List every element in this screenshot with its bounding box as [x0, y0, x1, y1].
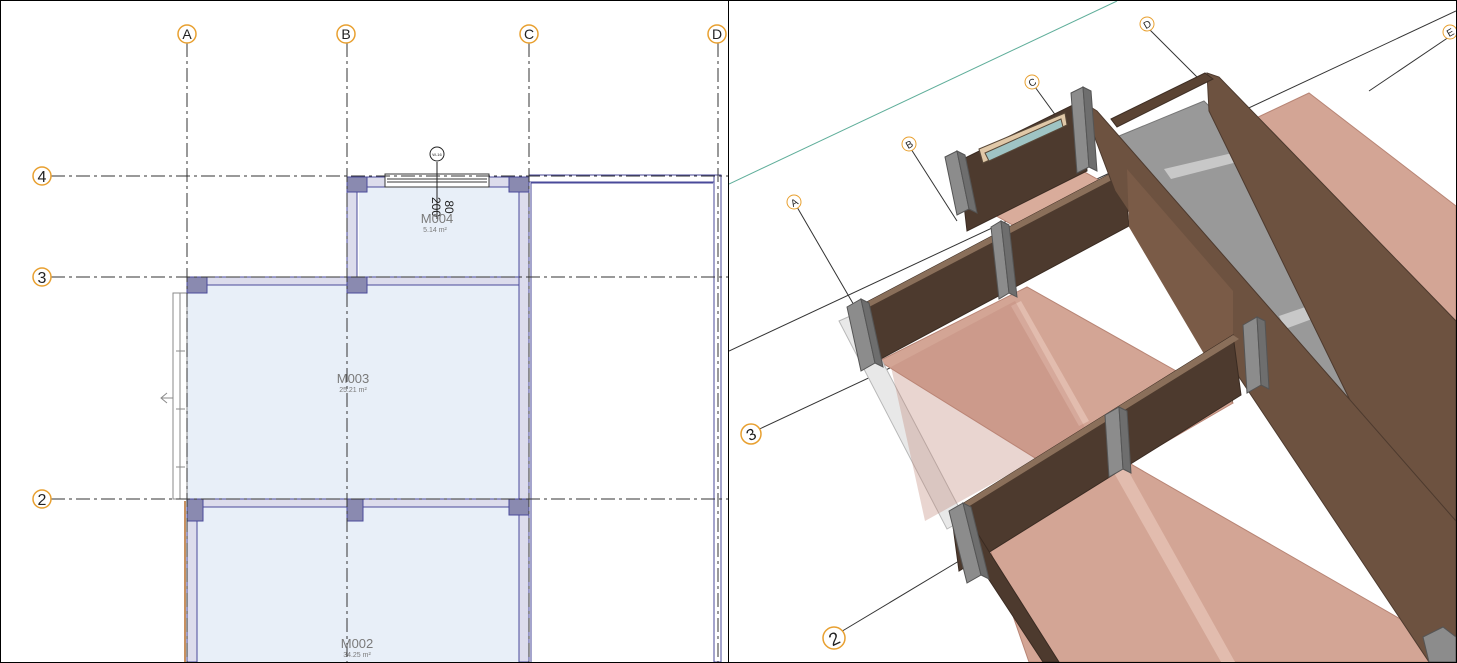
room-m003-area: 25.21 m² [339, 387, 367, 394]
wall-b-43[interactable] [346, 186, 358, 286]
3d-grid-line-row-2 [838, 560, 960, 634]
column-c2[interactable] [508, 498, 530, 516]
column-a2[interactable] [186, 498, 204, 522]
wall-c[interactable] [518, 176, 530, 662]
column-c4[interactable] [508, 176, 530, 193]
window-tag-label: W-16 [432, 152, 442, 157]
curtain-wall-a[interactable] [160, 292, 188, 500]
room-m002-name[interactable]: M002 [341, 636, 374, 651]
column-b4[interactable] [346, 176, 368, 193]
column-b2[interactable] [346, 498, 364, 522]
grid-label-4: 4 [38, 169, 47, 186]
3d-grid-line-e[interactable] [1368, 36, 1450, 92]
room-m004-name[interactable]: M004 [421, 211, 454, 226]
3d-grid-line-d[interactable] [1148, 28, 1200, 80]
grid-label-a: A [182, 26, 192, 42]
room-m002-area: 34.25 m² [343, 652, 371, 659]
floor-plan-canvas[interactable]: W-16 200 80 A B C D 4 3 2 M004 5.14 m² M… [1, 1, 728, 662]
grid-label-3: 3 [38, 270, 47, 287]
3d-model-viewport[interactable]: A B C D E 3 2 [729, 1, 1456, 662]
viewport-frame: W-16 200 80 A B C D 4 3 2 M004 5.14 m² M… [0, 0, 1457, 663]
column-b3[interactable] [346, 276, 368, 294]
room-m004-area: 5.14 m² [423, 227, 447, 234]
room-m003-name[interactable]: M003 [337, 371, 370, 386]
grid-label-d: D [712, 26, 722, 42]
grid-label-2: 2 [38, 492, 47, 509]
column-a3[interactable] [186, 276, 208, 294]
floor-plan-viewport[interactable]: W-16 200 80 A B C D 4 3 2 M004 5.14 m² M… [1, 1, 728, 662]
grid-label-b: B [341, 26, 350, 42]
wall-a-lower[interactable] [186, 506, 198, 662]
grid-label-c: C [524, 26, 534, 42]
3d-model-canvas[interactable]: A B C D E 3 2 [729, 1, 1456, 662]
